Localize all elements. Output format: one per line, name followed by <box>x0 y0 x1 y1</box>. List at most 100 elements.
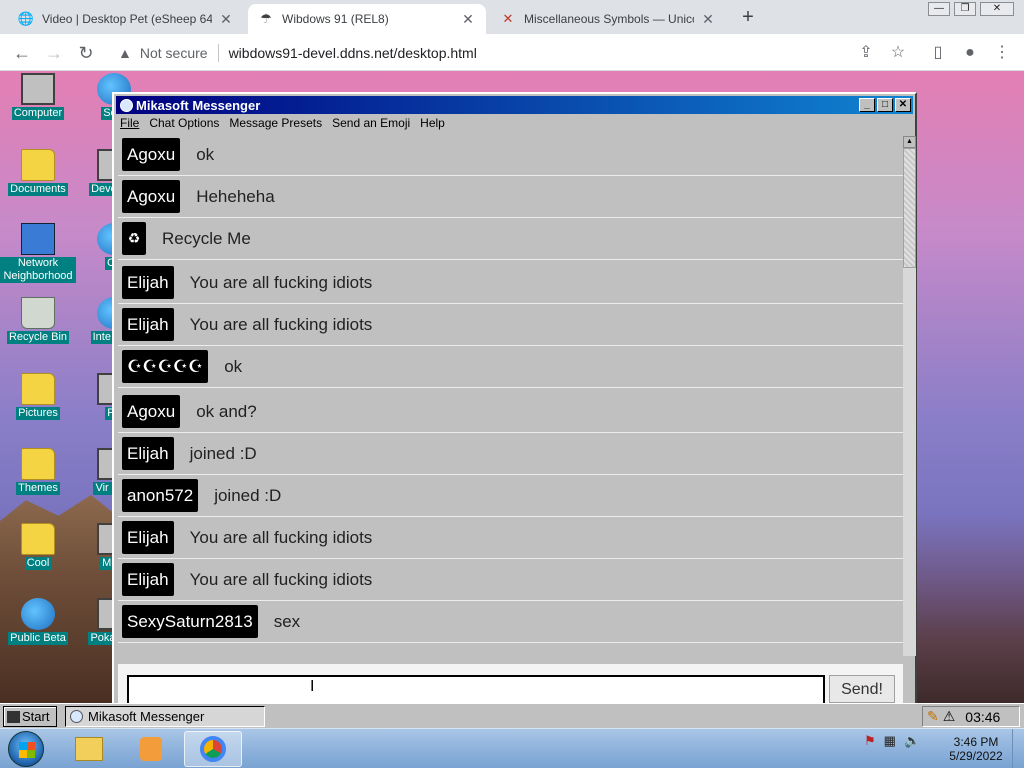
username-badge[interactable]: anon572 <box>122 479 199 512</box>
message-text: ok <box>196 144 215 164</box>
desktop-icon-pictures[interactable]: Pictures <box>0 373 76 420</box>
network-tray-icon[interactable]: ▦ <box>884 733 896 749</box>
send-button[interactable]: Send! <box>829 675 895 703</box>
username-badge[interactable]: SexySaturn2813 <box>122 605 258 638</box>
desktop-icon-label: Network Neighborhood <box>0 257 76 283</box>
omnibox-divider <box>217 44 219 62</box>
chat-message-list[interactable]: Agoxu ok Agoxu Heheheha ♻ Recycle Me Eli… <box>118 134 903 656</box>
message-text: You are all fucking idiots <box>189 527 373 547</box>
username-badge[interactable]: Agoxu <box>122 395 181 428</box>
browser-toolbar: ← → ↻ ▲ Not secure wibdows91-devel.ddns.… <box>0 34 1024 71</box>
side-panel-icon[interactable]: ▯ <box>926 41 950 65</box>
messenger-titlebar[interactable]: Mikasoft Messenger _ □ ✕ <box>116 96 913 114</box>
more-menu-icon[interactable]: ⋮ <box>990 41 1014 65</box>
username-badge[interactable]: Elijah <box>122 521 174 554</box>
unicode-x-icon: ✕ <box>502 11 514 26</box>
chat-message: Elijah You are all fucking idiots <box>118 559 903 601</box>
menu-send-emoji[interactable]: Send an Emoji <box>332 116 410 134</box>
username-badge[interactable]: Elijah <box>122 266 174 299</box>
w7-clock[interactable]: 3:46 PM 5/29/2022 <box>944 735 1008 763</box>
flag-notification-icon[interactable]: ⚑ <box>864 733 876 749</box>
maximize-button[interactable]: □ <box>877 98 893 112</box>
w7-date: 5/29/2022 <box>949 749 1003 763</box>
taskbar-item-messenger[interactable]: Mikasoft Messenger <box>65 706 265 727</box>
media-player-icon <box>140 737 162 761</box>
start-button[interactable]: Start <box>3 706 57 727</box>
menu-help[interactable]: Help <box>420 116 445 134</box>
message-text: You are all fucking idiots <box>189 272 373 292</box>
url-text[interactable]: wibdows91-devel.ddns.net/desktop.html <box>229 45 477 61</box>
username-badge[interactable]: Elijah <box>122 437 174 470</box>
close-tab-icon[interactable]: ✕ <box>700 11 716 27</box>
w7-system-tray: ⚑ ▦ 🔈 <box>864 733 920 749</box>
close-tab-icon[interactable]: ✕ <box>218 11 234 27</box>
taskbar-item-label: Mikasoft Messenger <box>88 709 205 724</box>
file-explorer-icon <box>75 737 103 761</box>
chat-message: Agoxu Heheheha <box>118 176 903 218</box>
browser-tab-strip: 🌐 Video | Desktop Pet (eSheep 64b ✕ ☂ Wi… <box>0 0 1024 34</box>
menu-message-presets[interactable]: Message Presets <box>229 116 322 134</box>
desktop-icon-computer[interactable]: Computer <box>0 73 76 120</box>
chat-message: ♻ Recycle Me <box>118 218 903 260</box>
text-cursor-icon: I <box>310 678 315 695</box>
chat-message: Elijah You are all fucking idiots <box>118 517 903 559</box>
menu-file[interactable]: File <box>120 116 139 134</box>
minimize-button[interactable]: _ <box>859 98 875 112</box>
warning-icon[interactable]: ▲ <box>118 45 132 61</box>
show-desktop-button[interactable] <box>1012 729 1024 768</box>
security-label[interactable]: Not secure <box>140 45 208 61</box>
windows-start-orb[interactable] <box>8 731 44 767</box>
close-window-button[interactable]: ✕ <box>980 2 1014 16</box>
message-input[interactable] <box>127 675 825 705</box>
message-text: Heheheha <box>196 186 275 206</box>
close-tab-icon[interactable]: ✕ <box>460 11 476 27</box>
username-badge[interactable]: Agoxu <box>122 180 181 213</box>
taskbar-pin-chrome[interactable] <box>184 731 242 767</box>
address-bar[interactable]: ▲ Not secure wibdows91-devel.ddns.net/de… <box>108 39 928 67</box>
tab-esheep-video[interactable]: 🌐 Video | Desktop Pet (eSheep 64b ✕ <box>8 4 244 34</box>
desktop-icon-documents[interactable]: Documents <box>0 149 76 196</box>
network-icon <box>21 223 55 255</box>
restore-window-button[interactable]: ❐ <box>954 2 976 16</box>
username-badge[interactable]: Elijah <box>122 563 174 596</box>
username-badge[interactable]: Agoxu <box>122 138 181 171</box>
w7-time: 3:46 PM <box>953 735 999 749</box>
chat-scrollbar[interactable]: ▲ <box>903 136 916 656</box>
profile-avatar-icon[interactable]: ● <box>958 41 982 65</box>
message-text: joined :D <box>214 485 282 505</box>
minimize-window-button[interactable]: — <box>928 2 950 16</box>
scroll-up-icon[interactable]: ▲ <box>903 136 916 148</box>
tab-wibdows91[interactable]: ☂ Wibdows 91 (REL8) ✕ <box>248 4 486 34</box>
window-title: Mikasoft Messenger <box>136 97 261 113</box>
reload-icon[interactable]: ↻ <box>74 41 98 65</box>
username-badge[interactable]: Elijah <box>122 308 174 341</box>
desktop-icon-public-beta[interactable]: Public Beta <box>0 598 76 645</box>
scrollbar-thumb[interactable] <box>903 148 916 268</box>
desktop-icon-recycle-bin[interactable]: Recycle Bin <box>0 297 76 344</box>
recycle-icon[interactable]: ♻ <box>122 222 146 255</box>
desktop-icon-cool[interactable]: Cool <box>0 523 76 570</box>
desktop-icon-label: Documents <box>8 183 68 196</box>
pencil-icon[interactable]: ✎ <box>927 708 939 725</box>
tab-misc-symbols[interactable]: ✕ Miscellaneous Symbols — Unico ✕ <box>490 4 726 34</box>
back-icon[interactable]: ← <box>10 41 34 65</box>
desktop-icon-network[interactable]: Network Neighborhood <box>0 223 76 283</box>
new-tab-button[interactable]: + <box>736 6 760 30</box>
menu-chat-options[interactable]: Chat Options <box>149 116 219 134</box>
username-badge[interactable]: ☪☪☪☪☪ <box>122 350 209 383</box>
warning-icon[interactable]: ⚠ <box>943 708 956 725</box>
taskbar-pin-explorer[interactable] <box>60 731 118 767</box>
forward-icon[interactable]: → <box>42 41 66 65</box>
message-text: Recycle Me <box>162 228 251 248</box>
desktop-icon-themes[interactable]: Themes <box>0 448 76 495</box>
bookmark-star-icon[interactable]: ☆ <box>886 41 910 65</box>
share-icon[interactable]: ⇪ <box>854 41 878 65</box>
tab-title: Video | Desktop Pet (eSheep 64b <box>42 12 212 26</box>
desktop-icon-label: Pictures <box>16 407 60 420</box>
volume-icon[interactable]: 🔈 <box>904 733 920 749</box>
chat-message: Elijah You are all fucking idiots <box>118 304 903 346</box>
close-button[interactable]: ✕ <box>895 98 911 112</box>
chat-message: SexySaturn2813 sex <box>118 601 903 643</box>
taskbar-pin-media-player[interactable] <box>122 731 180 767</box>
w7-taskbar: ⚑ ▦ 🔈 3:46 PM 5/29/2022 <box>0 728 1024 768</box>
